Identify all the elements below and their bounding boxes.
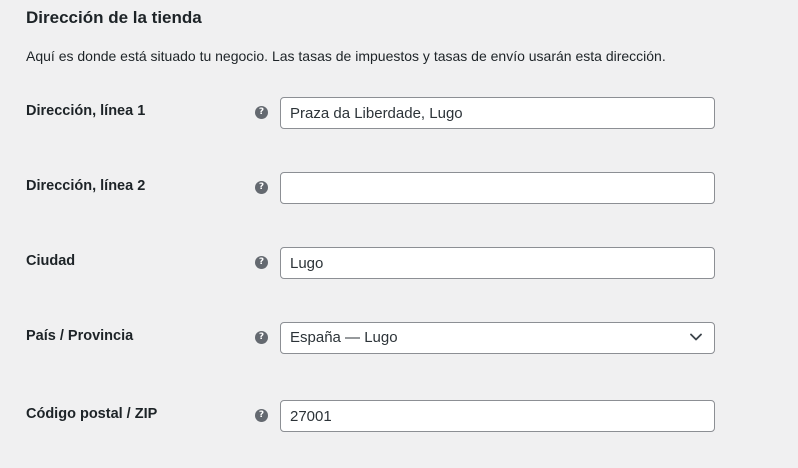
city-label: Ciudad (26, 253, 76, 269)
section-description: Aquí es donde está situado tu negocio. L… (26, 48, 666, 64)
address-1-label: Dirección, línea 1 (26, 103, 146, 119)
help-icon[interactable]: ? (255, 331, 268, 344)
country-label: País / Provincia (26, 328, 134, 344)
help-icon[interactable]: ? (255, 256, 268, 269)
help-icon[interactable]: ? (255, 181, 268, 194)
address-1-input[interactable] (280, 97, 715, 129)
field-row-city: Ciudad ? (0, 247, 798, 279)
chevron-down-icon (690, 333, 702, 341)
address-2-label: Dirección, línea 2 (26, 178, 146, 194)
section-title: Dirección de la tienda (26, 8, 202, 27)
help-icon[interactable]: ? (255, 409, 268, 422)
field-row-address-2: Dirección, línea 2 ? (0, 172, 798, 204)
field-row-country: País / Provincia ? España — Lugo (0, 322, 798, 354)
field-row-address-1: Dirección, línea 1 ? (0, 97, 798, 129)
city-input[interactable] (280, 247, 715, 279)
help-icon[interactable]: ? (255, 106, 268, 119)
postcode-input[interactable] (280, 400, 715, 432)
country-select-value: España — Lugo (290, 329, 398, 346)
field-row-postcode: Código postal / ZIP ? (0, 400, 798, 432)
address-2-input[interactable] (280, 172, 715, 204)
country-select[interactable]: España — Lugo (280, 322, 715, 354)
postcode-label: Código postal / ZIP (26, 406, 158, 422)
